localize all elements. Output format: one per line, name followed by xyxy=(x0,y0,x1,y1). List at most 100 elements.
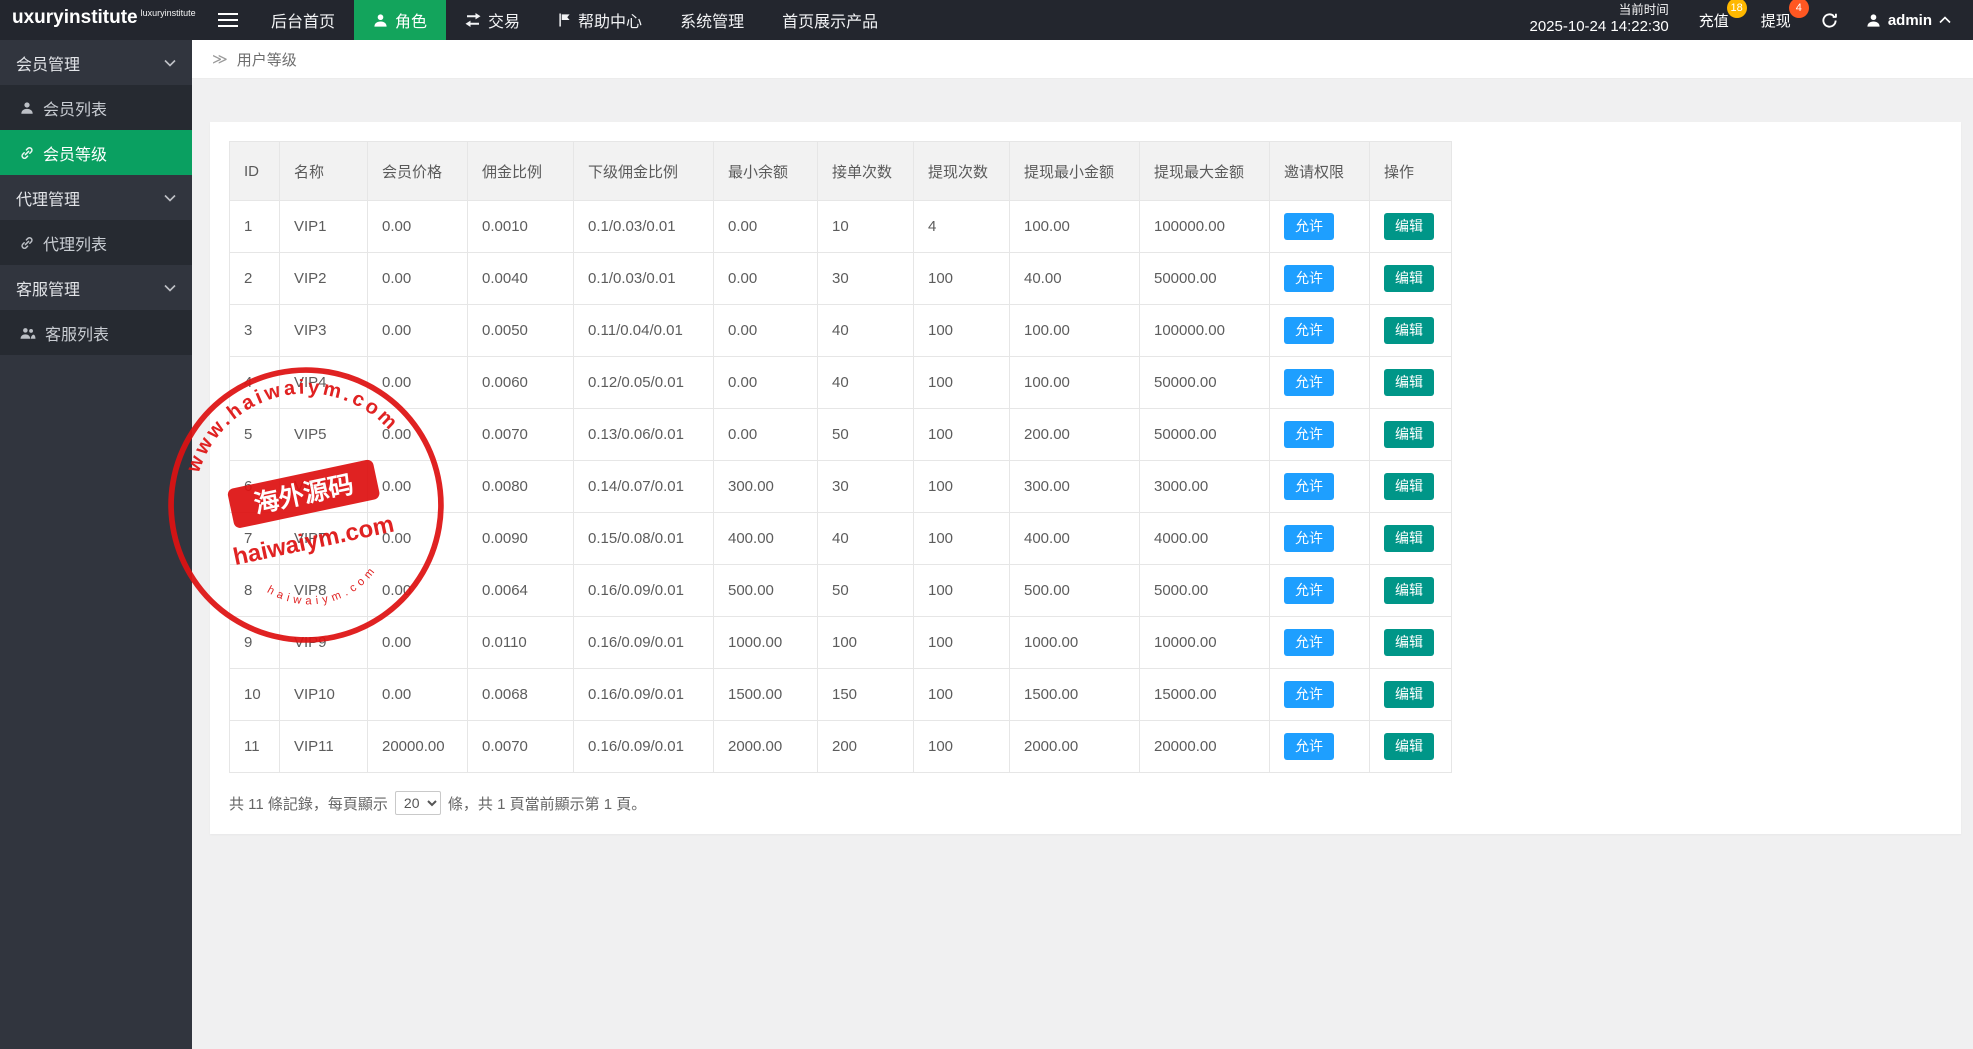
sidebar-item-label: 代理管理 xyxy=(16,186,80,210)
cell-price: 0.00 xyxy=(368,253,468,305)
cell-withdraw-count: 100 xyxy=(914,409,1010,461)
cell-min-balance: 0.00 xyxy=(714,409,818,461)
cell-min-balance: 300.00 xyxy=(714,461,818,513)
table-row: 10VIP100.000.00680.16/0.09/0.011500.0015… xyxy=(230,669,1452,721)
cell-invite-permission: 允许 xyxy=(1270,461,1370,513)
user-icon xyxy=(1866,13,1881,28)
cell-actions: 编辑 xyxy=(1370,513,1452,565)
cell-invite-permission: 允许 xyxy=(1270,253,1370,305)
sidebar-item-agent-list[interactable]: 代理列表 xyxy=(0,220,192,265)
top-nav-roles[interactable]: 角色 xyxy=(354,0,446,40)
cell-sub-commission: 0.14/0.07/0.01 xyxy=(574,461,714,513)
sidebar-item-member-management[interactable]: 会员管理 xyxy=(0,40,192,85)
top-nav-dashboard[interactable]: 后台首页 xyxy=(252,0,354,40)
cell-id: 1 xyxy=(230,201,280,253)
table-header-row: ID名称会员价格佣金比例下级佣金比例最小余额接单次数提现次数提现最小金额提现最大… xyxy=(230,142,1452,201)
cell-actions: 编辑 xyxy=(1370,565,1452,617)
recharge-badge: 18 xyxy=(1727,0,1747,18)
table-row: 7VIP70.000.00900.15/0.08/0.01400.0040100… xyxy=(230,513,1452,565)
sidebar-item-member-level[interactable]: 会员等级 xyxy=(0,130,192,175)
cell-actions: 编辑 xyxy=(1370,305,1452,357)
cell-order-count: 200 xyxy=(818,721,914,773)
refresh-icon[interactable] xyxy=(1821,12,1838,29)
top-right-area: 当前时间 2025-10-24 14:22:30 充值 18 提现 4 admi… xyxy=(1529,0,1973,40)
edit-button[interactable]: 编辑 xyxy=(1384,577,1434,604)
cell-order-count: 40 xyxy=(818,513,914,565)
recharge-button[interactable]: 充值 18 xyxy=(1697,10,1731,31)
allow-button[interactable]: 允许 xyxy=(1284,473,1334,500)
table-row: 1VIP10.000.00100.1/0.03/0.010.00104100.0… xyxy=(230,201,1452,253)
per-page-select[interactable]: 20 xyxy=(395,791,441,815)
table-row: 5VIP50.000.00700.13/0.06/0.010.005010020… xyxy=(230,409,1452,461)
column-header-1: 名称 xyxy=(280,142,368,201)
top-nav-system[interactable]: 系统管理 xyxy=(661,0,763,40)
edit-button[interactable]: 编辑 xyxy=(1384,473,1434,500)
menu-toggle-icon[interactable] xyxy=(204,0,252,40)
top-nav-trade[interactable]: 交易 xyxy=(446,0,539,40)
user-menu[interactable]: admin xyxy=(1866,12,1951,29)
edit-button[interactable]: 编辑 xyxy=(1384,369,1434,396)
top-nav-home-products[interactable]: 首页展示产品 xyxy=(763,0,897,40)
table-row: 6VIP60.000.00800.14/0.07/0.01300.0030100… xyxy=(230,461,1452,513)
content-card: ID名称会员价格佣金比例下级佣金比例最小余额接单次数提现次数提现最小金额提现最大… xyxy=(210,122,1961,834)
column-header-9: 提现最大金额 xyxy=(1140,142,1270,201)
cell-withdraw-count: 100 xyxy=(914,461,1010,513)
sidebar-item-member-list[interactable]: 会员列表 xyxy=(0,85,192,130)
cell-withdraw-count: 100 xyxy=(914,617,1010,669)
cell-max-withdraw: 10000.00 xyxy=(1140,617,1270,669)
allow-button[interactable]: 允许 xyxy=(1284,317,1334,344)
cell-price: 0.00 xyxy=(368,617,468,669)
edit-button[interactable]: 编辑 xyxy=(1384,213,1434,240)
allow-button[interactable]: 允许 xyxy=(1284,369,1334,396)
cell-sub-commission: 0.1/0.03/0.01 xyxy=(574,201,714,253)
allow-button[interactable]: 允许 xyxy=(1284,421,1334,448)
edit-button[interactable]: 编辑 xyxy=(1384,525,1434,552)
link-icon xyxy=(20,146,34,160)
flag-icon xyxy=(558,13,571,27)
sidebar-item-service-management[interactable]: 客服管理 xyxy=(0,265,192,310)
user-level-table: ID名称会员价格佣金比例下级佣金比例最小余额接单次数提现次数提现最小金额提现最大… xyxy=(229,141,1452,773)
cell-sub-commission: 0.15/0.08/0.01 xyxy=(574,513,714,565)
cell-name: VIP2 xyxy=(280,253,368,305)
edit-button[interactable]: 编辑 xyxy=(1384,733,1434,760)
cell-commission: 0.0040 xyxy=(468,253,574,305)
edit-button[interactable]: 编辑 xyxy=(1384,421,1434,448)
cell-actions: 编辑 xyxy=(1370,201,1452,253)
sidebar-item-service-list[interactable]: 客服列表 xyxy=(0,310,192,355)
allow-button[interactable]: 允许 xyxy=(1284,577,1334,604)
edit-button[interactable]: 编辑 xyxy=(1384,629,1434,656)
edit-button[interactable]: 编辑 xyxy=(1384,681,1434,708)
allow-button[interactable]: 允许 xyxy=(1284,629,1334,656)
allow-button[interactable]: 允许 xyxy=(1284,213,1334,240)
username: admin xyxy=(1888,12,1932,29)
cell-order-count: 10 xyxy=(818,201,914,253)
edit-button[interactable]: 编辑 xyxy=(1384,317,1434,344)
withdraw-badge: 4 xyxy=(1789,0,1809,18)
top-nav-label: 角色 xyxy=(395,8,427,32)
cell-withdraw-count: 100 xyxy=(914,721,1010,773)
cell-price: 0.00 xyxy=(368,357,468,409)
allow-button[interactable]: 允许 xyxy=(1284,733,1334,760)
cell-actions: 编辑 xyxy=(1370,617,1452,669)
edit-button[interactable]: 编辑 xyxy=(1384,265,1434,292)
trade-icon xyxy=(465,13,481,27)
chevron-down-icon xyxy=(164,194,176,202)
cell-commission: 0.0064 xyxy=(468,565,574,617)
cell-sub-commission: 0.13/0.06/0.01 xyxy=(574,409,714,461)
withdraw-button[interactable]: 提现 4 xyxy=(1759,10,1793,31)
cell-actions: 编辑 xyxy=(1370,253,1452,305)
cell-actions: 编辑 xyxy=(1370,461,1452,513)
cell-max-withdraw: 4000.00 xyxy=(1140,513,1270,565)
allow-button[interactable]: 允许 xyxy=(1284,265,1334,292)
cell-max-withdraw: 100000.00 xyxy=(1140,201,1270,253)
sidebar-item-label: 客服管理 xyxy=(16,276,80,300)
allow-button[interactable]: 允许 xyxy=(1284,681,1334,708)
allow-button[interactable]: 允许 xyxy=(1284,525,1334,552)
top-nav-help-center[interactable]: 帮助中心 xyxy=(539,0,661,40)
cell-price: 0.00 xyxy=(368,565,468,617)
cell-name: VIP4 xyxy=(280,357,368,409)
column-header-7: 提现次数 xyxy=(914,142,1010,201)
cell-invite-permission: 允许 xyxy=(1270,669,1370,721)
sidebar-item-agent-management[interactable]: 代理管理 xyxy=(0,175,192,220)
table-row: 9VIP90.000.01100.16/0.09/0.011000.001001… xyxy=(230,617,1452,669)
